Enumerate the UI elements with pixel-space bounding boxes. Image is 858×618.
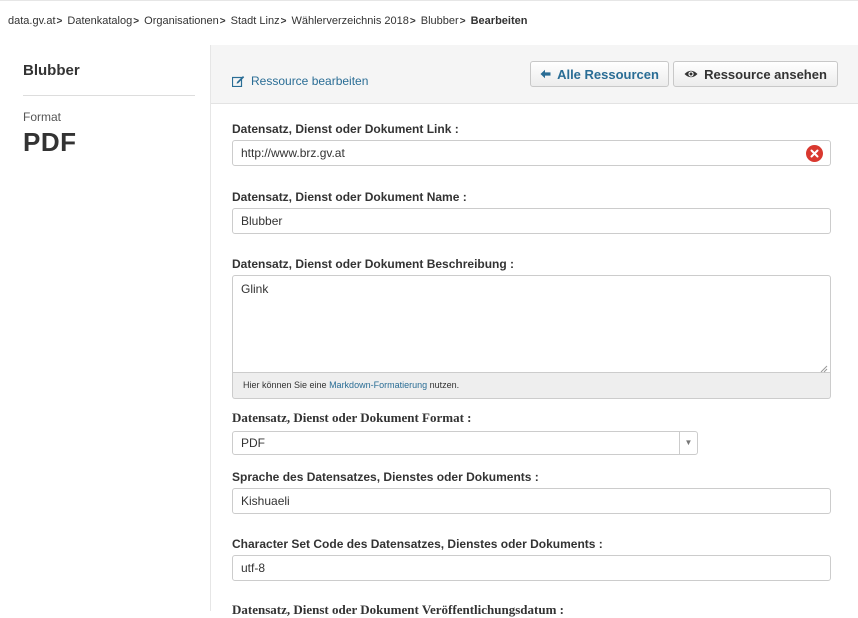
breadcrumb-item-resource[interactable]: Blubber — [421, 15, 459, 27]
edit-resource-link[interactable]: Ressource bearbeiten — [232, 74, 368, 88]
description-value: Glink — [241, 282, 269, 296]
hint-prefix: Hier können Sie eine — [243, 380, 330, 390]
breadcrumb-item-datenkatalog[interactable]: Datenkatalog — [67, 15, 132, 27]
breadcrumb-separator: > — [459, 16, 466, 27]
all-resources-label: Alle Ressourcen — [557, 66, 659, 82]
breadcrumb-separator: > — [409, 16, 416, 27]
breadcrumb-current: Bearbeiten — [470, 15, 528, 27]
language-input[interactable]: Kishuaeli — [232, 488, 831, 514]
sidebar: Blubber Format PDF — [0, 45, 210, 611]
edit-icon — [232, 75, 245, 87]
breadcrumb-item-dataset[interactable]: Wählerverzeichnis 2018 — [291, 15, 408, 27]
breadcrumb-separator: > — [56, 16, 63, 27]
link-input-value: http://www.brz.gv.at — [241, 146, 345, 160]
clear-link-button[interactable] — [806, 145, 823, 162]
breadcrumb-separator: > — [219, 16, 226, 27]
view-resource-label: Ressource ansehen — [704, 66, 827, 82]
charset-label: Character Set Code des Datensatzes, Dien… — [232, 537, 603, 551]
description-label: Datensatz, Dienst oder Dokument Beschrei… — [232, 257, 515, 271]
top-border — [0, 0, 858, 1]
hint-suffix: nutzen. — [427, 380, 460, 390]
resource-title: Blubber — [23, 62, 80, 79]
format-field-label: Datensatz, Dienst oder Dokument Format : — [232, 410, 472, 425]
language-label: Sprache des Datensatzes, Dienstes oder D… — [232, 470, 539, 484]
breadcrumb-separator: > — [133, 16, 140, 27]
name-label: Datensatz, Dienst oder Dokument Name : — [232, 190, 467, 204]
charset-input[interactable]: utf-8 — [232, 555, 831, 581]
link-label: Datensatz, Dienst oder Dokument Link : — [232, 122, 459, 136]
breadcrumb-item-organization[interactable]: Stadt Linz — [231, 15, 280, 27]
name-input-value: Blubber — [241, 214, 283, 228]
resize-handle-icon[interactable] — [820, 362, 828, 373]
arrow-left-icon — [540, 67, 551, 82]
name-input[interactable]: Blubber — [232, 208, 831, 234]
all-resources-button[interactable]: Alle Ressourcen — [530, 61, 669, 87]
description-textarea[interactable]: Glink — [232, 275, 831, 373]
edit-resource-label: Ressource bearbeiten — [251, 74, 369, 88]
divider — [23, 95, 195, 96]
close-icon — [810, 142, 819, 166]
breadcrumb-separator: > — [280, 16, 287, 27]
format-value: PDF — [23, 127, 77, 157]
eye-icon — [684, 67, 698, 82]
link-input[interactable]: http://www.brz.gv.at — [232, 140, 831, 166]
markdown-link[interactable]: Markdown-Formatierung — [329, 380, 427, 390]
publication-date-label: Datensatz, Dienst oder Dokument Veröffen… — [232, 602, 564, 617]
format-select-value: PDF — [241, 436, 265, 450]
breadcrumb: data.gv.at> Datenkatalog> Organisationen… — [8, 15, 527, 27]
format-select[interactable]: PDF ▼ — [232, 431, 698, 455]
view-resource-button[interactable]: Ressource ansehen — [673, 61, 838, 87]
markdown-hint: Hier können Sie eine Markdown-Formatieru… — [232, 373, 831, 399]
format-label: Format — [23, 110, 62, 124]
breadcrumb-item-organisationen[interactable]: Organisationen — [144, 15, 219, 27]
breadcrumb-item-home[interactable]: data.gv.at — [8, 15, 56, 27]
charset-input-value: utf-8 — [241, 561, 266, 575]
chevron-down-icon[interactable]: ▼ — [679, 432, 697, 454]
language-input-value: Kishuaeli — [241, 494, 290, 508]
